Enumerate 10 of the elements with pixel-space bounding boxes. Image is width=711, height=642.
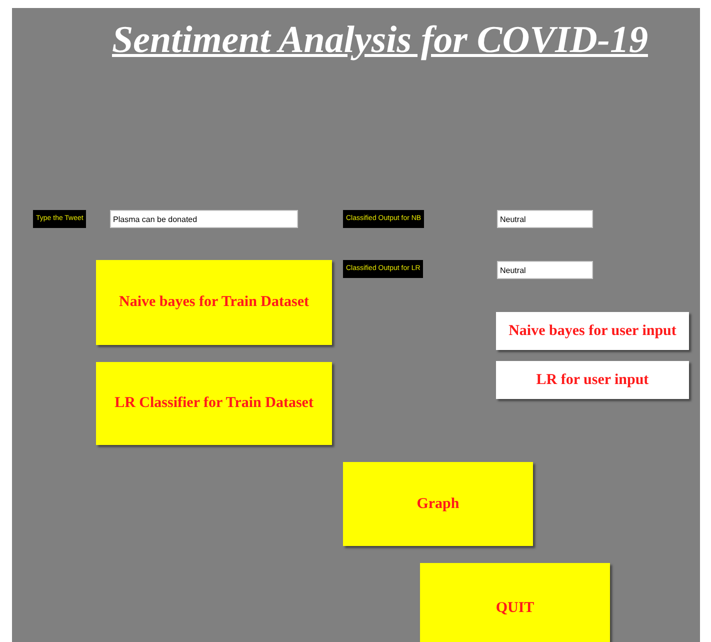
action-button[interactable]: LR Classifier for Train Dataset — [96, 362, 332, 445]
action-button[interactable]: Graph — [343, 462, 533, 546]
action-button[interactable]: Naive bayes for user input — [496, 312, 689, 350]
text-field[interactable]: Neutral — [497, 210, 593, 228]
action-button[interactable]: LR for user input — [496, 361, 689, 399]
action-button[interactable]: QUIT — [420, 563, 610, 642]
app-title: Sentiment Analysis for COVID-19 — [112, 18, 648, 62]
text-field[interactable]: Neutral — [497, 261, 593, 279]
action-button[interactable]: Naive bayes for Train Dataset — [96, 260, 332, 345]
text-field[interactable]: Plasma can be donated — [110, 210, 298, 228]
